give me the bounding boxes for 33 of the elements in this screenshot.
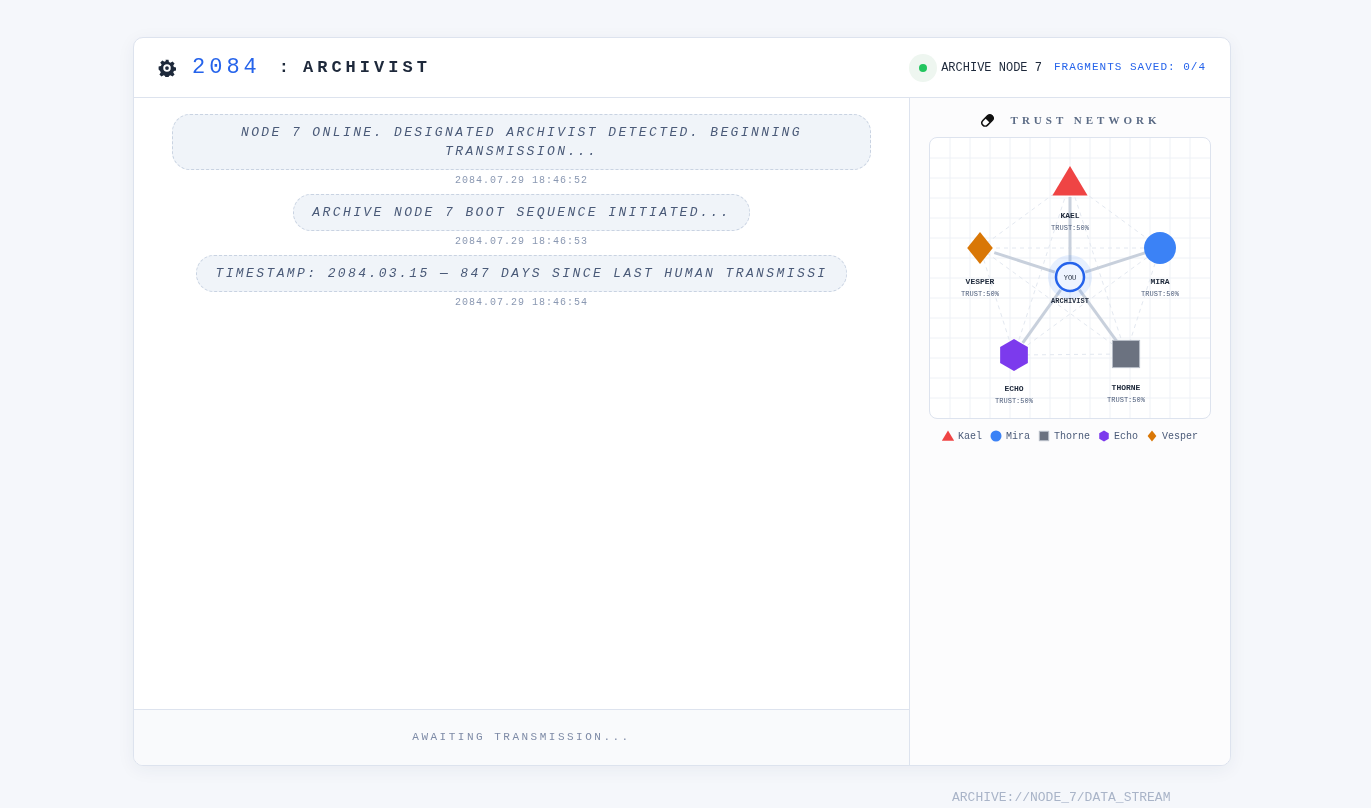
connection-line xyxy=(993,250,1056,273)
legend-label: Thorne xyxy=(1054,429,1090,444)
message-bubble: ARCHIVE NODE 7 BOOT SEQUENCE INITIATED... xyxy=(293,194,750,231)
background-text: ARCHIVE://NODE_7/DATA_STREAM xyxy=(952,789,1171,807)
node-name: MIRA xyxy=(1150,276,1170,286)
hexagon-node[interactable] xyxy=(1000,338,1028,371)
node-name: KAEL xyxy=(1060,210,1080,220)
app-title: ARCHIVIST xyxy=(303,56,431,79)
message-time: 2084.07.29 18:46:52 xyxy=(455,174,588,188)
fragments-counter: FRAGMENTS SAVED: 0/4 xyxy=(1053,60,1206,76)
gear-icon xyxy=(158,58,176,77)
status-text: AWAITING TRANSMISSION... xyxy=(412,730,631,746)
node-label: ARCHIVE NODE 7 xyxy=(941,59,1042,77)
legend-label: Kael xyxy=(957,429,982,444)
square-node[interactable] xyxy=(1111,339,1141,368)
message-bubble: TIMESTAMP: 2084.03.15 — 847 DAYS SINCE LAST HUMAN TRANSMISSI xyxy=(196,255,847,292)
diamond-node[interactable] xyxy=(967,231,993,264)
message-time: 2084.07.29 18:46:54 xyxy=(455,296,588,310)
node-name: ECHO xyxy=(1004,383,1024,393)
app-year: 2084 xyxy=(192,54,261,82)
connection-line xyxy=(1084,250,1147,273)
panel-title: TRUST NETWORK xyxy=(1010,113,1161,128)
legend-label: Echo xyxy=(1114,429,1138,444)
node-name: VESPER xyxy=(965,276,995,286)
node-name: THORNE xyxy=(1111,382,1141,392)
legend-label: Mira xyxy=(1005,429,1030,444)
triangle-node[interactable] xyxy=(1052,165,1088,196)
circle-node[interactable] xyxy=(1144,231,1176,264)
message-time: 2084.07.29 18:46:53 xyxy=(455,235,588,249)
pill-icon xyxy=(979,112,995,128)
message-bubble: NODE 7 ONLINE. DESIGNATED ARCHIVIST DETECTED. BEGINNING TRANSMISSION... xyxy=(172,114,871,170)
legend-label: Vesper xyxy=(1162,429,1199,444)
title-separator: : xyxy=(278,56,289,79)
